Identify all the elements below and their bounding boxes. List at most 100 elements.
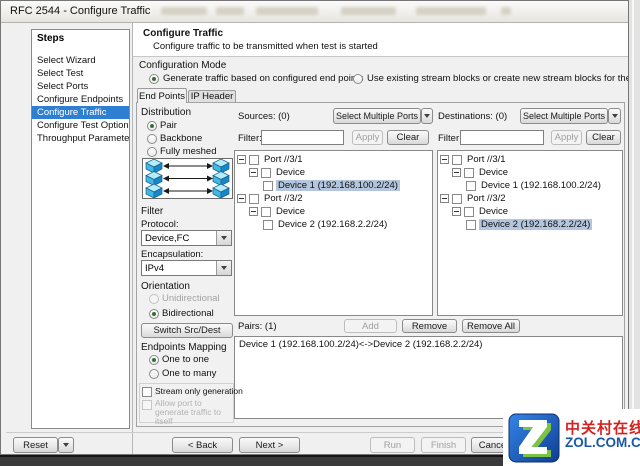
tree-row-device-group[interactable]: Device (438, 166, 622, 179)
one-to-many-label[interactable]: One to many (162, 368, 216, 379)
pair-radio[interactable] (147, 121, 157, 131)
tree-node-label[interactable]: Device 2 (192.168.2.2/24) (479, 219, 592, 230)
tree-node-label[interactable]: Port //3/1 (262, 154, 305, 165)
existing-streams-radio[interactable] (353, 74, 363, 84)
switch-src-dest-button[interactable]: Switch Src/Dest (141, 323, 233, 338)
collapse-icon[interactable] (249, 207, 258, 216)
sidebar-item-select-ports[interactable]: Select Ports (32, 80, 129, 93)
sidebar-divider (132, 23, 133, 455)
tree-row-port[interactable]: Port //3/2 (235, 192, 432, 205)
fully-meshed-radio[interactable] (147, 147, 157, 157)
sidebar-item-select-wizard[interactable]: Select Wizard (32, 54, 129, 67)
node-checkbox[interactable] (452, 194, 462, 204)
node-checkbox[interactable] (452, 155, 462, 165)
run-button[interactable]: Run (370, 437, 415, 453)
next-button[interactable]: Next > (239, 437, 300, 453)
pair-list-item[interactable]: Device 1 (192.168.100.2/24)<->Device 2 (… (235, 337, 622, 352)
pairs-add-button[interactable]: Add (344, 319, 397, 333)
unidirectional-radio[interactable] (149, 294, 159, 304)
tab-end-points[interactable]: End Points (137, 88, 187, 103)
reset-dropdown-button[interactable] (58, 437, 74, 453)
one-to-many-radio[interactable] (149, 369, 159, 379)
fully-meshed-label[interactable]: Fully meshed (160, 146, 217, 157)
finish-button[interactable]: Finish (421, 437, 466, 453)
tree-row-device[interactable]: Device 2 (192.168.2.2/24) (235, 218, 432, 231)
tree-row-device-group[interactable]: Device (235, 166, 432, 179)
chevron-down-icon[interactable] (216, 231, 231, 245)
destinations-select-multiple-ports-button[interactable]: Select Multiple Ports (520, 108, 608, 124)
node-checkbox[interactable] (249, 155, 259, 165)
generate-traffic-radio[interactable] (149, 74, 159, 84)
backbone-label[interactable]: Backbone (160, 133, 202, 144)
encapsulation-combobox[interactable]: IPv4 (141, 260, 232, 276)
node-checkbox[interactable] (466, 181, 476, 191)
sidebar-item-configure-test-options[interactable]: Configure Test Options (32, 119, 129, 132)
bidirectional-label[interactable]: Bidirectional (162, 308, 214, 319)
sources-clear-button[interactable]: Clear (387, 130, 429, 145)
bidirectional-radio[interactable] (149, 309, 159, 319)
tree-row-port[interactable]: Port //3/2 (438, 192, 622, 205)
page-header-band: Configure Traffic Configure traffic to b… (133, 23, 629, 56)
tree-row-device-group[interactable]: Device (438, 205, 622, 218)
tree-row-device[interactable]: Device 1 (192.168.100.2/24) (438, 179, 622, 192)
destinations-select-ports-dropdown[interactable] (608, 108, 621, 124)
tree-node-label[interactable]: Port //3/2 (465, 193, 508, 204)
tree-row-device-group[interactable]: Device (235, 205, 432, 218)
pairs-remove-button[interactable]: Remove (402, 319, 457, 333)
tree-row-port[interactable]: Port //3/1 (235, 153, 432, 166)
collapse-icon[interactable] (452, 207, 461, 216)
collapse-icon[interactable] (440, 194, 449, 203)
tree-node-label[interactable]: Device (274, 206, 307, 217)
existing-streams-label[interactable]: Use existing stream blocks or create new… (367, 73, 629, 84)
collapse-icon[interactable] (237, 194, 246, 203)
collapse-icon[interactable] (237, 155, 246, 164)
encapsulation-value: IPv4 (145, 263, 164, 274)
tree-node-label[interactable]: Device 1 (192.168.100.2/24) (276, 180, 400, 191)
pair-label[interactable]: Pair (160, 120, 177, 131)
tree-node-label[interactable]: Port //3/1 (465, 154, 508, 165)
back-button[interactable]: < Back (172, 437, 233, 453)
sidebar-item-throughput-parameters[interactable]: Throughput Parameters (32, 132, 129, 145)
node-checkbox[interactable] (263, 181, 273, 191)
node-checkbox[interactable] (261, 168, 271, 178)
stream-only-generation-checkbox[interactable] (142, 387, 152, 397)
tree-node-label[interactable]: Device (477, 206, 510, 217)
protocol-combobox[interactable]: Device,FC (141, 230, 232, 246)
sources-select-multiple-ports-button[interactable]: Select Multiple Ports (333, 108, 421, 124)
collapse-icon[interactable] (440, 155, 449, 164)
node-checkbox[interactable] (466, 220, 476, 230)
sidebar-item-select-test[interactable]: Select Test (32, 67, 129, 80)
sidebar-item-configure-traffic[interactable]: Configure Traffic (32, 106, 129, 119)
node-checkbox[interactable] (249, 194, 259, 204)
sources-apply-button[interactable]: Apply (352, 130, 383, 145)
generate-traffic-label[interactable]: Generate traffic based on configured end… (163, 73, 364, 84)
chevron-down-icon[interactable] (216, 261, 231, 275)
destinations-clear-button[interactable]: Clear (586, 130, 621, 145)
one-to-one-label[interactable]: One to one (162, 354, 209, 365)
tree-row-device[interactable]: Device 2 (192.168.2.2/24) (438, 218, 622, 231)
tree-node-label[interactable]: Device 1 (192.168.100.2/24) (479, 180, 603, 191)
tree-node-label[interactable]: Device 2 (192.168.2.2/24) (276, 219, 389, 230)
tree-node-label[interactable]: Device (477, 167, 510, 178)
tree-node-label[interactable]: Device (274, 167, 307, 178)
sources-filter-input[interactable] (261, 130, 344, 145)
node-checkbox[interactable] (263, 220, 273, 230)
sources-select-ports-dropdown[interactable] (421, 108, 433, 124)
node-checkbox[interactable] (464, 168, 474, 178)
pairs-remove-all-button[interactable]: Remove All (462, 319, 520, 333)
tree-node-label[interactable]: Port //3/2 (262, 193, 305, 204)
stream-only-generation-label[interactable]: Stream only generation (155, 386, 243, 396)
destinations-filter-input[interactable] (460, 130, 544, 145)
backbone-radio[interactable] (147, 134, 157, 144)
collapse-icon[interactable] (249, 168, 258, 177)
tree-row-port[interactable]: Port //3/1 (438, 153, 622, 166)
sidebar-item-configure-endpoints[interactable]: Configure Endpoints (32, 93, 129, 106)
node-checkbox[interactable] (464, 207, 474, 217)
dialog-title-bar[interactable]: RFC 2544 - Configure Traffic (1, 1, 628, 23)
reset-button[interactable]: Reset (13, 437, 58, 453)
node-checkbox[interactable] (261, 207, 271, 217)
one-to-one-radio[interactable] (149, 355, 159, 365)
destinations-apply-button[interactable]: Apply (551, 130, 582, 145)
collapse-icon[interactable] (452, 168, 461, 177)
tree-row-device[interactable]: Device 1 (192.168.100.2/24) (235, 179, 432, 192)
